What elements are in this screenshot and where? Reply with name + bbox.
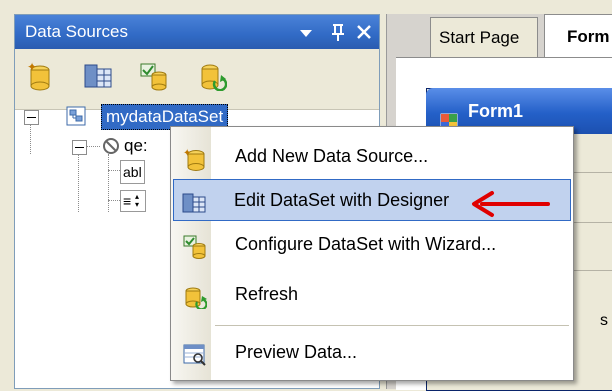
annotation-arrow-icon — [468, 190, 552, 218]
menu-item-label: Edit DataSet with Designer — [234, 190, 450, 210]
add-datasource-icon[interactable]: ✦ — [25, 60, 55, 91]
menu-item-label: Refresh — [235, 284, 299, 304]
panel-toolbar: ✦ — [15, 49, 379, 110]
refresh-icon[interactable] — [197, 61, 228, 92]
menu-separator — [215, 325, 569, 326]
menu-item-label: Preview Data... — [235, 342, 358, 362]
svg-text:✦: ✦ — [183, 148, 191, 159]
tree-collapse-toggle[interactable] — [24, 110, 39, 125]
no-drop-icon — [102, 137, 120, 155]
form-icon — [439, 102, 459, 132]
pin-icon[interactable] — [327, 15, 349, 49]
menu-item-configure-dataset-with-wizard[interactable]: Configure DataSet with Wizard... — [173, 223, 571, 265]
tab-form[interactable]: Form — [544, 14, 612, 57]
dataset-icon — [66, 106, 86, 126]
menu-item-add-new-data-source[interactable]: ✦ Add New Data Source... — [173, 135, 571, 177]
configure-dataset-icon[interactable] — [139, 61, 169, 91]
svg-text:✦: ✦ — [27, 61, 37, 74]
panel-title-bar: Data Sources — [15, 15, 379, 49]
menu-item-label: Configure DataSet with Wizard... — [235, 234, 497, 254]
close-icon[interactable] — [353, 15, 375, 49]
tab-start-page[interactable]: Start Page — [430, 17, 538, 57]
textbox-column-icon[interactable]: abl — [120, 160, 145, 184]
configure-dataset-icon — [183, 232, 207, 259]
edit-dataset-icon[interactable] — [83, 61, 113, 91]
combobox-column-icon[interactable]: ≡ ▴ ▾ — [120, 190, 146, 212]
refresh-icon — [183, 282, 208, 311]
menu-item-preview-data[interactable]: Preview Data... — [173, 331, 571, 373]
context-menu: ✦ Add New Data Source... Edit DataSet wi… — [170, 126, 574, 381]
tree-node-table[interactable]: qe: — [124, 136, 148, 156]
tree-collapse-toggle[interactable] — [72, 140, 87, 155]
menu-item-refresh[interactable]: Refresh — [173, 273, 571, 315]
preview-data-icon — [183, 340, 207, 366]
menu-item-label: Add New Data Source... — [235, 146, 429, 166]
dropdown-arrow-icon[interactable] — [295, 15, 317, 49]
panel-title: Data Sources — [25, 22, 128, 41]
edit-dataset-icon — [182, 188, 206, 213]
form-control-label: s — [600, 312, 608, 329]
add-datasource-icon: ✦ — [183, 144, 207, 171]
